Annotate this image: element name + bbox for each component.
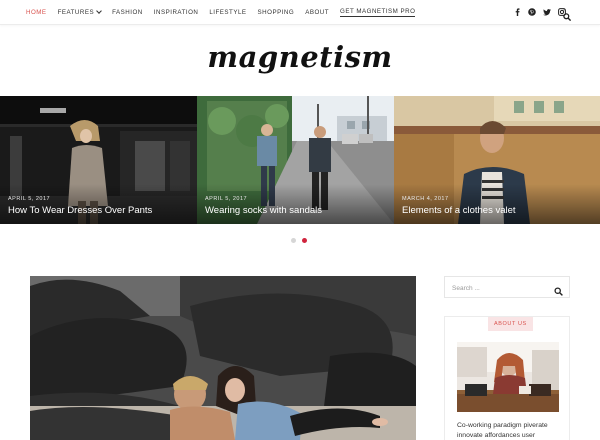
slide-how-to-wear-dresses[interactable]: APRIL 5, 2017 How To Wear Dresses Over P…: [0, 96, 197, 224]
top-navigation-bar: HOME FEATURES FASHION INSPIRATION LIFEST…: [0, 0, 600, 25]
sidebar-search: [444, 276, 570, 299]
nav-item-about[interactable]: ABOUT: [305, 8, 329, 17]
nav-item-label: INSPIRATION: [153, 9, 199, 16]
slider-pagination: [291, 238, 307, 243]
slide-caption-overlay: [0, 184, 197, 224]
slide-elements-clothes-valet[interactable]: MARCH 4, 2017 Elements of a clothes vale…: [394, 96, 600, 224]
search-icon[interactable]: [563, 8, 572, 22]
featured-slider: APRIL 5, 2017 How To Wear Dresses Over P…: [0, 96, 600, 224]
about-us-badge: ABOUT US: [488, 317, 533, 331]
slide-title[interactable]: Elements of a clothes valet: [402, 205, 516, 216]
search-icon[interactable]: [554, 283, 563, 296]
nav-item-label: HOME: [26, 9, 47, 16]
slide-date: APRIL 5, 2017: [8, 196, 51, 202]
slide-date: APRIL 5, 2017: [205, 196, 248, 202]
nav-item-get-pro[interactable]: GET MAGNETISM PRO: [340, 8, 416, 17]
slide-date: MARCH 4, 2017: [402, 196, 449, 202]
slide-caption-overlay: [197, 184, 394, 224]
slide-title[interactable]: Wearing socks with sandals: [205, 205, 322, 216]
pinterest-icon[interactable]: [528, 8, 536, 16]
nav-item-features[interactable]: FEATURES: [58, 8, 102, 17]
nav-item-shopping[interactable]: SHOPPING: [258, 8, 295, 17]
site-logo-text: magnetism: [207, 40, 393, 74]
slide-wearing-socks[interactable]: APRIL 5, 2017 Wearing socks with sandals: [197, 96, 394, 224]
about-us-text: Co-working paradigm piverate innovate af…: [457, 422, 548, 439]
nav-item-label: FEATURES: [57, 9, 95, 16]
about-us-image: [457, 342, 559, 412]
post-image: [30, 276, 416, 440]
slider-dot-active[interactable]: [302, 238, 307, 243]
main-menu: HOME FEATURES FASHION INSPIRATION LIFEST…: [26, 8, 426, 17]
nav-item-home[interactable]: HOME: [26, 8, 47, 17]
nav-item-label: GET MAGNETISM PRO: [340, 8, 416, 15]
featured-post-image[interactable]: [30, 276, 416, 440]
nav-item-label: LIFESTYLE: [209, 9, 247, 16]
slide-caption-overlay: [394, 184, 600, 224]
chevron-down-icon: [96, 8, 102, 14]
twitter-icon[interactable]: [543, 8, 551, 16]
facebook-icon[interactable]: [513, 8, 521, 16]
about-us-widget: ABOUT US Co-working paradigm piverate in…: [444, 316, 570, 440]
nav-item-label: ABOUT: [305, 9, 330, 16]
nav-item-label: SHOPPING: [257, 9, 295, 16]
slide-title[interactable]: How To Wear Dresses Over Pants: [8, 205, 152, 216]
nav-item-lifestyle[interactable]: LIFESTYLE: [209, 8, 246, 17]
nav-item-fashion[interactable]: FASHION: [112, 8, 143, 17]
nav-item-inspiration[interactable]: INSPIRATION: [154, 8, 199, 17]
social-icons: [513, 8, 566, 16]
site-logo[interactable]: magnetism: [0, 40, 600, 74]
search-input[interactable]: [445, 278, 545, 299]
nav-item-label: FASHION: [112, 9, 143, 16]
slider-dot[interactable]: [291, 238, 296, 243]
